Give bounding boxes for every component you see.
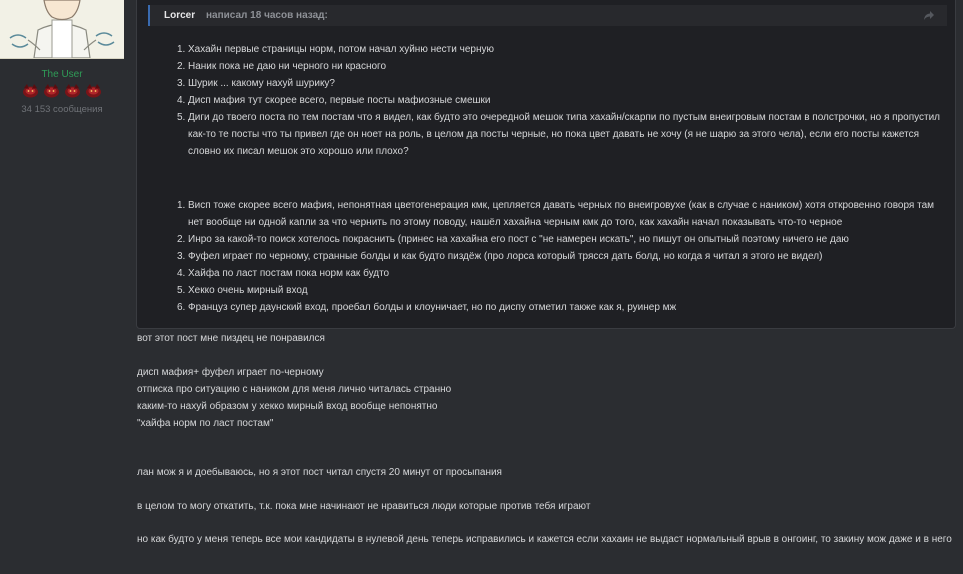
post-line: дисп мафия+ фуфел играет по-черному (137, 367, 324, 378)
quote-attribution: написал 18 часов назад: (206, 10, 328, 21)
share-arrow-icon[interactable] (923, 10, 935, 21)
post-line: вот этот пост мне пиздец не понравился (137, 333, 325, 344)
list-item: 3. Фуфел играет по черному, странные болд… (177, 251, 823, 262)
message-count: 34 153 сообщения (21, 104, 103, 115)
list-item: 3. Шурик ... какому нахуй шурику? (177, 78, 335, 89)
post-line: отписка про ситуацию с наником для меня … (137, 384, 452, 395)
list-item: 4. Хайфа по ласт постам пока норм как буд… (177, 268, 390, 279)
post-line: каким-то нахуй образом у хекко мирный вх… (137, 401, 438, 412)
forum-page: The User 34 153 сообщения Lorcer написал… (0, 0, 963, 574)
post-line: лан мож я и доебываюсь, но я этот пост ч… (137, 467, 502, 478)
list-item: 5. Хекко очень мирный вход (177, 285, 308, 296)
list-item: 1. Висп тоже скорее всего мафия, непонятн… (177, 200, 935, 228)
list-item: 6. Француз супер даунский вход, проебал б… (177, 302, 677, 313)
red-beast-icon (86, 84, 101, 98)
rank-icons (22, 83, 102, 99)
red-beast-icon (23, 84, 38, 98)
list-item: 4. Дисп мафия тут скорее всего, первые по… (177, 95, 491, 106)
avatar[interactable] (0, 0, 124, 59)
quote-block: Lorcer написал 18 часов назад: 1. Хахайн … (136, 0, 956, 329)
list-item: 2. Наник пока не даю ни черного ни красно… (177, 61, 387, 72)
post-line: но как будто у меня теперь все мои канди… (137, 534, 952, 545)
list-item: 1. Хахайн первые страницы норм, потом нач… (177, 44, 494, 55)
quote-author[interactable]: Lorcer (164, 10, 195, 21)
list-item: 2. Инро за какой-то поиск хотелось покрас… (177, 234, 849, 245)
quote-list-second: 1. Висп тоже скорее всего мафия, непонятн… (177, 197, 947, 316)
quote-list-first: 1. Хахайн первые страницы норм, потом нач… (177, 41, 947, 160)
avatar-image (0, 0, 124, 58)
post-line: "хайфа норм по ласт постам" (137, 418, 274, 429)
red-beast-icon (44, 84, 59, 98)
list-item: 5. Диги до твоего поста по тем постам что… (177, 112, 940, 157)
user-info-column: The User 34 153 сообщения (0, 0, 124, 574)
post-line: в целом то могу откатить, т.к. пока мне … (137, 501, 591, 512)
username[interactable]: The User (0, 69, 124, 80)
quote-header[interactable]: Lorcer написал 18 часов назад: (148, 5, 947, 26)
red-beast-icon (65, 84, 80, 98)
